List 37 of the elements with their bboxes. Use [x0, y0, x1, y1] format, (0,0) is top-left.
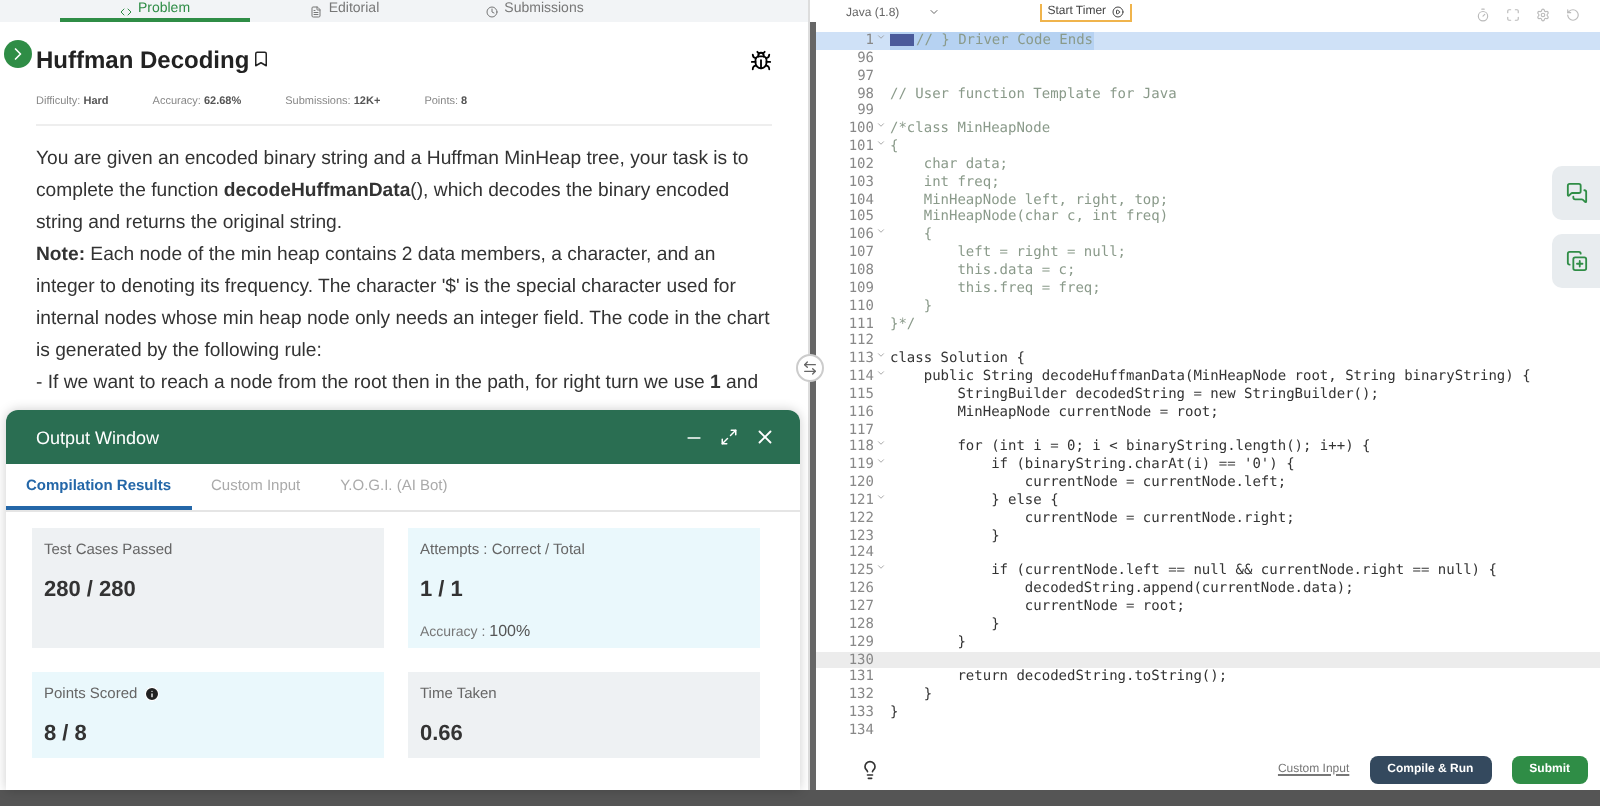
- problem-title: Huffman Decoding: [36, 46, 270, 74]
- caret-icon: [927, 6, 940, 18]
- fold-icon[interactable]: [876, 368, 886, 379]
- play-icon: [1112, 6, 1125, 18]
- document-icon: [310, 6, 323, 18]
- fold-icon[interactable]: [876, 562, 886, 573]
- chat-icon[interactable]: [1552, 166, 1600, 220]
- expand-icon[interactable]: [720, 428, 738, 446]
- fold-icon[interactable]: [876, 438, 886, 449]
- description-paragraph: Note: Each node of the min heap contains 2 data members, a character, and an integer to denoting its frequency. The character '$' is the special character used for internal nodes whose min heap node only needs an integer field. The code in the chart is generated by the following rule:: [36, 242, 772, 366]
- stat-value: 8 / 8: [44, 722, 89, 746]
- panel-resize-handle[interactable]: [796, 354, 824, 382]
- bookmark-icon[interactable]: [251, 50, 270, 68]
- expand-icon[interactable]: [4, 40, 32, 68]
- code-icon: [119, 6, 132, 18]
- reset-icon[interactable]: [1566, 8, 1580, 22]
- stat-value: 1 / 1: [420, 578, 465, 602]
- settings-icon[interactable]: [1536, 8, 1550, 22]
- fold-icon[interactable]: [876, 138, 886, 149]
- close-icon[interactable]: [754, 426, 776, 448]
- timer-icon[interactable]: [1476, 8, 1490, 22]
- fold-icon[interactable]: [876, 456, 886, 467]
- clock-icon: [486, 6, 499, 18]
- fold-icon[interactable]: [876, 491, 886, 502]
- description-paragraph: - If we want to reach a node from the root then in the path, for right turn we use 1 and: [36, 370, 761, 398]
- fold-icon[interactable]: [876, 32, 886, 42]
- bug-icon[interactable]: [750, 49, 772, 71]
- description-paragraph: You are given an encoded binary string and a Huffman MinHeap tree, your task is to complete the function decodeHuffmanData(), which decodes the binary encoded string and returns the original string.: [36, 146, 751, 238]
- info-icon[interactable]: [143, 685, 160, 701]
- fold-icon[interactable]: [876, 226, 886, 237]
- fullscreen-icon[interactable]: [1506, 8, 1520, 22]
- output-window-title: Output Window: [36, 427, 160, 447]
- fold-icon[interactable]: [876, 350, 886, 361]
- fold-icon[interactable]: [876, 120, 886, 131]
- stat-value: 280 / 280: [44, 578, 138, 602]
- stat-value: 0.66: [420, 722, 465, 746]
- add-note-icon[interactable]: [1552, 234, 1600, 288]
